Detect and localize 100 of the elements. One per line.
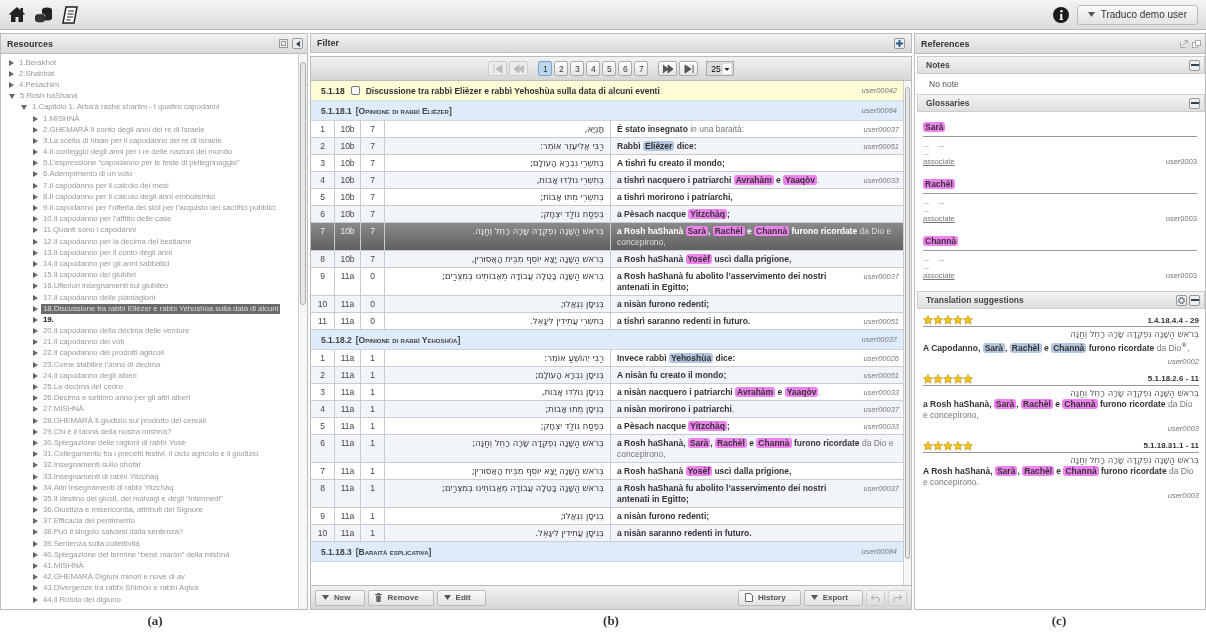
translation-text[interactable]: a tishrì morirono i patriarchi, [617, 192, 899, 203]
translation-text[interactable]: Rabbì Elièzer dice: [617, 141, 860, 152]
toolbar-button[interactable]: Edit [436, 589, 486, 606]
collapsed-arrow-icon[interactable] [33, 395, 38, 402]
toolbar-button[interactable]: Export [803, 589, 863, 606]
document-icon[interactable] [62, 5, 78, 24]
collapsed-arrow-icon[interactable] [9, 70, 14, 77]
translation-text[interactable]: a nisàn furono redenti; [617, 511, 899, 522]
scrollbar[interactable] [903, 81, 911, 585]
collapsed-arrow-icon[interactable] [33, 596, 38, 603]
collapsed-arrow-icon[interactable] [33, 484, 38, 491]
collapse-button[interactable] [1189, 294, 1200, 306]
translation-text[interactable]: a Pèsach nacque Yitzchàq ; [617, 421, 860, 432]
toolbar-button[interactable]: Remove [368, 589, 434, 606]
translation-text[interactable]: a nisàn furono redenti; [617, 299, 899, 310]
user-menu-button[interactable]: Traduco demo user [1076, 4, 1198, 25]
filter-bar[interactable]: Filter [310, 33, 912, 53]
collapsed-arrow-icon[interactable] [33, 216, 38, 223]
collapsed-arrow-icon[interactable] [33, 529, 38, 536]
page-button[interactable]: 1 [538, 61, 553, 76]
expanded-arrow-icon[interactable] [9, 93, 15, 99]
translation-text[interactable]: a Rosh haShanà, Sarà , Rachèl e Channà furono ricordate da Dio e concepirono, [923, 398, 1199, 421]
collapsed-arrow-icon[interactable] [33, 361, 38, 368]
translation-text[interactable]: A Rosh haShanà, Sarà , Rachèl e Channà furono ricordate da Dio e concepirono. [923, 465, 1199, 488]
home-icon[interactable] [8, 6, 26, 23]
collapsed-arrow-icon[interactable] [33, 115, 38, 122]
collapsed-arrow-icon[interactable] [33, 260, 38, 267]
collapsed-arrow-icon[interactable] [33, 417, 38, 424]
collapsed-arrow-icon[interactable] [33, 283, 38, 290]
translation-text[interactable]: a Rosh haShanà Yosèf uscì dalla prigione, [617, 254, 899, 265]
collapsed-arrow-icon[interactable] [33, 227, 38, 234]
collapsed-arrow-icon[interactable] [33, 495, 38, 502]
settings-button[interactable] [1176, 294, 1187, 306]
collapsed-arrow-icon[interactable] [33, 193, 38, 200]
translation-text[interactable]: A Capodanno, Sarà , Rachèl e Channà furono ricordate da Dio$^{⑧}$, [923, 340, 1199, 354]
collapse-button[interactable] [1189, 59, 1200, 71]
translation-text[interactable]: a nisàn nacquero i patriarchi Avrahàm e Yaaqòv . [617, 387, 860, 398]
add-filter-button[interactable] [894, 37, 905, 49]
collapsed-arrow-icon[interactable] [33, 350, 38, 357]
translation-text[interactable]: a nisàn saranno redenti in futuro. [617, 528, 899, 539]
translation-text[interactable]: a Rosh haShanà, Sarà , Rachèl e Channà furono ricordate da Dio e concepirono, [617, 438, 899, 460]
translation-text[interactable]: È stato insegnato in una baraità: [617, 124, 860, 135]
page-size-select[interactable]: 25 [706, 61, 734, 76]
collapsed-arrow-icon[interactable] [33, 585, 38, 592]
translation-text[interactable]: a Rosh haShanà Yosèf uscì dalla prigione, [617, 466, 899, 477]
collapsed-arrow-icon[interactable] [33, 249, 38, 256]
toolbar-button[interactable]: New [315, 589, 366, 606]
translation-text[interactable]: a tishrì nacquero i patriarchi Avrahàm e Yaaqòv . [617, 175, 860, 186]
translation-text[interactable]: a Pèsach nacque Yitzchàq ; [617, 209, 899, 220]
checkbox[interactable] [350, 86, 360, 95]
translation-text[interactable]: a Rosh haShanà fu abolito l’asservimento dei nostri antenati in Egitto; [617, 483, 860, 505]
collapsed-arrow-icon[interactable] [9, 81, 14, 88]
collapsed-arrow-icon[interactable] [33, 507, 38, 514]
translation-text[interactable]: a Rosh haShanà fu abolito l’asservimento dei nostri antenati in Egitto; [617, 271, 860, 293]
collapsed-arrow-icon[interactable] [33, 473, 38, 480]
page-button[interactable]: 7 [634, 61, 649, 76]
page-button[interactable]: 3 [570, 61, 585, 76]
collapsed-arrow-icon[interactable] [33, 439, 38, 446]
collapse-button[interactable] [1189, 97, 1200, 109]
collapsed-arrow-icon[interactable] [9, 59, 14, 66]
page-button[interactable]: 4 [586, 61, 601, 76]
collapsed-arrow-icon[interactable] [33, 328, 38, 335]
collapsed-arrow-icon[interactable] [33, 160, 38, 167]
collapsed-arrow-icon[interactable] [33, 316, 38, 323]
last-page-button[interactable] [679, 61, 699, 76]
collapsed-arrow-icon[interactable] [33, 462, 38, 469]
collapsed-arrow-icon[interactable] [33, 238, 38, 245]
collapsed-arrow-icon[interactable] [33, 406, 38, 413]
collapsed-arrow-icon[interactable] [33, 518, 38, 525]
info-icon[interactable] [1052, 6, 1069, 23]
scrollbar[interactable] [298, 54, 307, 609]
collapsed-arrow-icon[interactable] [33, 305, 38, 312]
translation-text[interactable]: a Rosh haShanà Sarà , Rachèl e Channà furono ricordate da Dio e concepirono, [617, 226, 899, 248]
glossary-term[interactable]: Rachèl [923, 179, 955, 189]
star-rating[interactable] [923, 373, 973, 384]
star-rating[interactable] [923, 440, 973, 451]
collapsed-arrow-icon[interactable] [33, 384, 38, 391]
collapsed-arrow-icon[interactable] [33, 551, 38, 558]
translation-text[interactable]: a nisàn morirono i patriarchi, [617, 404, 860, 415]
glossary-term[interactable]: Channà [923, 236, 959, 246]
translation-text[interactable]: A tishrì fu creato il mondo; [617, 158, 899, 169]
collapsed-arrow-icon[interactable] [33, 182, 38, 189]
glossary-term[interactable]: Sarà [923, 122, 946, 132]
collapsed-arrow-icon[interactable] [33, 126, 38, 133]
expanded-arrow-icon[interactable] [21, 104, 27, 110]
collapsed-arrow-icon[interactable] [33, 451, 38, 458]
translation-text[interactable]: a tishrì saranno redenti in futuro. [617, 316, 860, 327]
collapse-panel-button[interactable] [292, 38, 303, 49]
page-button[interactable]: 5 [602, 61, 617, 76]
collapsed-arrow-icon[interactable] [33, 428, 38, 435]
collapsed-arrow-icon[interactable] [33, 574, 38, 581]
translation-text[interactable]: A nisàn fu creato il mondo; [617, 370, 860, 381]
translation-text[interactable]: Invece rabbì Yehoshùa dice: [617, 353, 860, 364]
collapsed-arrow-icon[interactable] [33, 339, 38, 346]
collapsed-arrow-icon[interactable] [33, 149, 38, 156]
collapsed-arrow-icon[interactable] [33, 563, 38, 570]
next-page-button[interactable] [658, 61, 678, 76]
collapsed-arrow-icon[interactable] [33, 294, 38, 301]
page-button[interactable]: 6 [618, 61, 633, 76]
collapsed-arrow-icon[interactable] [33, 372, 38, 379]
